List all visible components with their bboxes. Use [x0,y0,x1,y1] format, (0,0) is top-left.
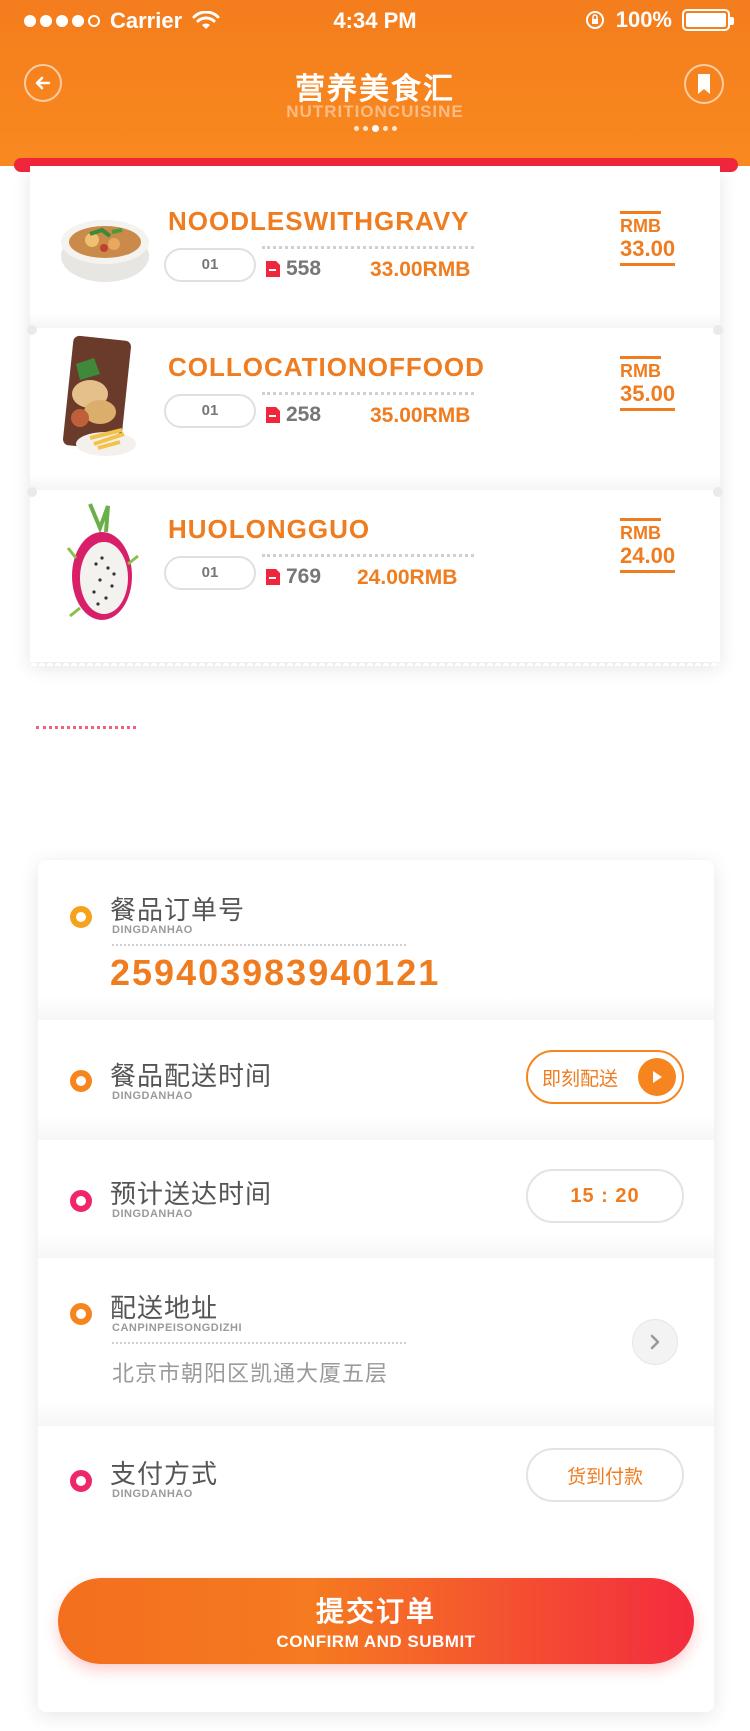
row-separator [38,1402,714,1426]
divider [112,944,406,946]
bullet-icon [70,906,92,928]
food-item[interactable]: COLLOCATIONOFFOOD 01 258 35.00RMB RMB 35… [30,328,720,490]
food-item[interactable]: HUOLONGGUO 01 769 24.00RMB RMB 24.00 [30,490,720,652]
currency-label: RMB [620,211,661,236]
ticket-notch [713,325,723,335]
row-separator [38,996,714,1020]
noodle-bowl-image [61,220,149,282]
food-name: COLLOCATIONOFFOOD [168,352,485,382]
item-subtotal: 24.00RMB [357,566,458,589]
currency-label: RMB [620,518,661,543]
price-value: 35.00 [620,382,676,411]
address-value: 北京市朝阳区凯通大厦五层 [112,1361,389,1386]
payment-method-button[interactable]: 货到付款 [526,1448,684,1502]
quantity-pill[interactable]: 01 [164,394,256,428]
order-number-value: 259403983940121 [110,952,441,993]
delivery-time-title: 餐品配送时间 [110,1061,273,1091]
sold-count: 769 [286,565,322,588]
row-separator [38,1234,714,1258]
bullet-icon [70,1303,92,1325]
food-list: NOODLESWITHGRAVY 01 558 33.00RMB RMB 33.… [30,166,720,662]
quantity-pill[interactable]: 01 [164,248,256,282]
submit-label-en: CONFIRM AND SUBMIT [276,1632,476,1651]
divider [262,246,474,249]
currency-label: RMB [620,356,661,381]
price-value: 24.00 [620,544,676,573]
payment-sub: DINGDANHAO [112,1488,193,1500]
item-price: RMB 33.00 [620,211,690,266]
ticket-edge [30,658,720,666]
bullet-icon [70,1190,92,1212]
eta-time-button[interactable]: 15 : 20 [526,1169,684,1223]
eta-title: 预计送达时间 [110,1179,273,1209]
bookmark-icon [698,74,710,94]
divider [262,554,474,557]
rotation-lock-icon [585,11,604,29]
deliver-now-label: 即刻配送 [542,1068,619,1090]
ticket-notch [713,487,723,497]
address-title: 配送地址 [110,1293,219,1323]
delivery-time-sub: DINGDANHAO [112,1090,193,1102]
divider [262,392,474,395]
fries-plate-image [63,335,136,456]
ticket-notch [27,325,37,335]
food-name: NOODLESWITHGRAVY [168,206,470,236]
quantity-pill[interactable]: 01 [164,556,256,590]
payment-title: 支付方式 [110,1459,219,1489]
ticket-notch [27,487,37,497]
item-price: RMB 24.00 [620,518,690,573]
price-value: 33.00 [620,237,676,266]
decorative-dash [36,726,136,729]
document-icon [266,261,280,277]
row-separator [38,1116,714,1140]
status-bar: Carrier 4:34 PM 100% [0,0,750,40]
dragon-fruit-image [66,503,139,620]
sold-count: 258 [286,403,322,426]
food-item[interactable]: NOODLESWITHGRAVY 01 558 33.00RMB RMB 33.… [30,166,720,328]
item-subtotal: 35.00RMB [370,404,471,427]
battery-percent: 100% [615,7,672,32]
play-icon [638,1058,676,1096]
page-indicator [0,125,750,132]
bookmark-button[interactable] [684,64,724,104]
submit-order-button[interactable]: 提交订单 CONFIRM AND SUBMIT [58,1578,694,1664]
sold-count: 558 [286,257,322,280]
item-subtotal: 33.00RMB [370,258,471,281]
address-sub: CANPINPEISONGDIZHI [112,1322,243,1334]
deliver-now-button[interactable]: 即刻配送 [526,1050,684,1104]
chevron-right-icon [650,1334,660,1350]
food-name: HUOLONGGUO [168,514,371,544]
bullet-icon [70,1470,92,1492]
order-number-title: 餐品订单号 [110,895,246,925]
order-number-sub: DINGDANHAO [112,924,193,936]
header: Carrier 4:34 PM 100% 营养美食汇 NUTRITIONCUIS… [0,0,750,166]
document-icon [266,569,280,585]
item-price: RMB 35.00 [620,356,690,411]
page-subtitle: NUTRITIONCUISINE [286,102,464,121]
battery-icon [682,9,734,31]
submit-label-cn: 提交订单 [315,1596,436,1627]
document-icon [266,407,280,423]
divider [112,1342,406,1344]
address-chevron-button[interactable] [632,1319,678,1365]
order-details-card: 餐品订单号 DINGDANHAO 259403983940121 餐品配送时间 … [38,860,714,1712]
eta-sub: DINGDANHAO [112,1208,193,1220]
bullet-icon [70,1070,92,1092]
